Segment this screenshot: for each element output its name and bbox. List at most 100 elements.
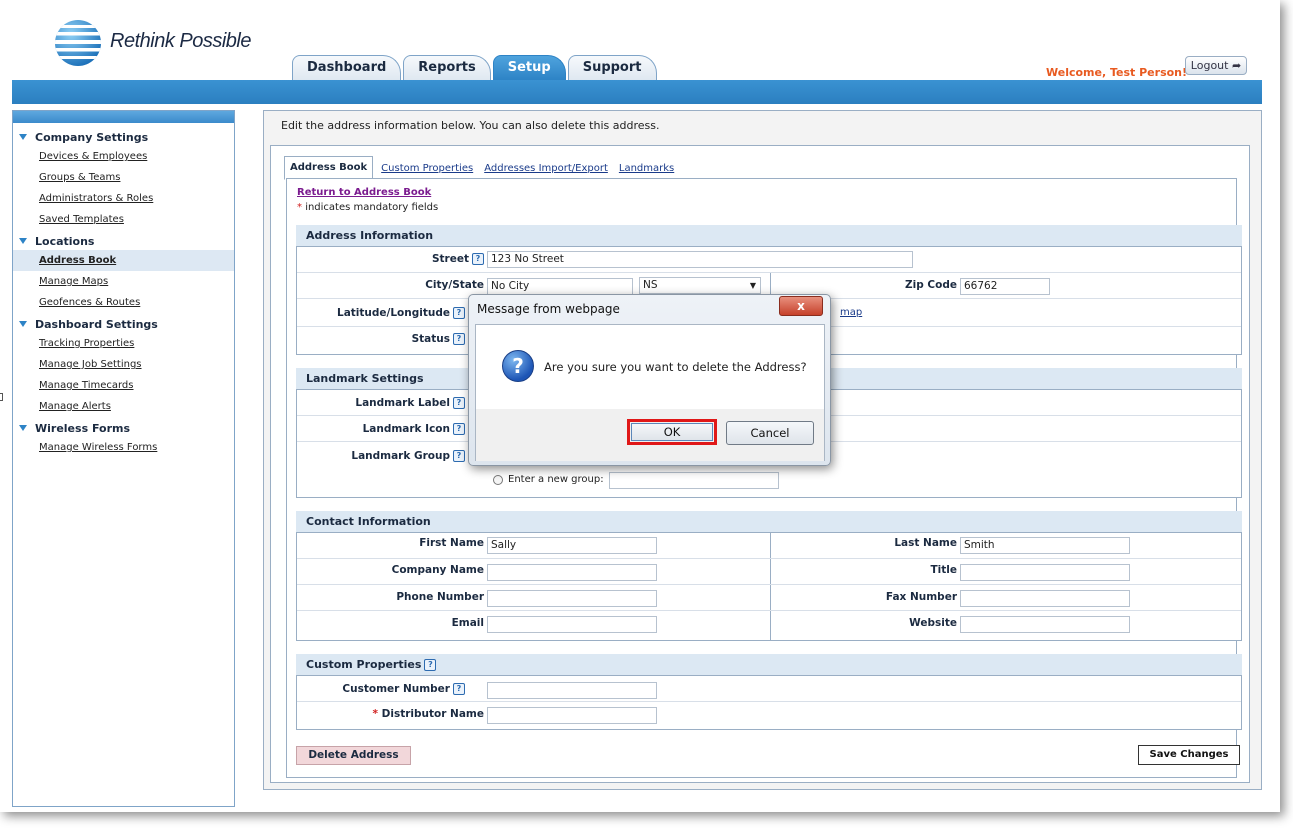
sidebar-section-title[interactable]: Dashboard Settings [13,317,234,333]
help-icon[interactable]: ? [453,423,465,435]
landmark-group-label: Landmark Group? [297,450,465,462]
new-group-radio[interactable] [493,475,503,485]
dropdown-arrow-icon: ▼ [749,281,756,290]
header-bar [12,80,1262,104]
distributor-name-input[interactable] [487,707,657,724]
customer-number-input[interactable] [487,682,657,699]
city-state-label: City/State [425,279,484,291]
sidebar-item-manage-alerts[interactable]: Manage Alerts [13,396,234,417]
save-changes-button[interactable]: Save Changes [1138,745,1240,765]
tab-dashboard[interactable]: Dashboard [292,55,402,80]
question-icon: ? [502,350,534,382]
sidebar-item-administrators-roles[interactable]: Administrators & Roles [13,188,234,209]
state-value: NS [643,279,658,291]
city-input[interactable]: No City [487,278,633,295]
required-star: * [297,202,302,213]
sidebar-section-title[interactable]: Wireless Forms [13,421,234,437]
help-icon[interactable]: ? [453,307,465,319]
required-star: * [372,708,378,720]
subtab-address-book[interactable]: Address Book [284,156,374,180]
sidebar-header [13,111,234,123]
sidebar-item-saved-templates[interactable]: Saved Templates [13,209,234,230]
first-name-label: First Name [419,537,484,549]
phone-fax-row: Phone Number Fax Number [297,585,1241,611]
sidebar-item-geofences-routes[interactable]: Geofences & Routes [13,292,234,313]
email-input[interactable] [487,616,657,633]
website-input[interactable] [960,616,1130,633]
tab-setup[interactable]: Setup [492,55,566,80]
street-input[interactable]: 123 No Street [487,251,913,268]
subtab-landmarks[interactable]: Landmarks [619,159,674,179]
sidebar-item-manage-timecards[interactable]: Manage Timecards [13,375,234,396]
sidebar-item-manage-maps[interactable]: Manage Maps [13,271,234,292]
ok-button[interactable]: OK [631,423,713,441]
dialog-body: ? Are you sure you want to delete the Ad… [475,324,825,461]
welcome-message: Welcome, Test Person! [1046,66,1188,79]
sidebar-item-tracking-properties[interactable]: Tracking Properties [13,333,234,354]
state-select[interactable]: NS ▼ [639,277,761,294]
help-icon[interactable]: ? [453,333,465,345]
help-icon[interactable]: ? [453,683,465,695]
latitude-longitude-label: Latitude/Longitude? [297,307,465,319]
street-label: Street? [297,253,484,265]
sidebar-item-address-book[interactable]: Address Book [13,250,234,271]
tab-support[interactable]: Support [567,55,657,80]
distributor-name-row: * Distributor Name [297,702,1241,728]
last-name-input[interactable]: Smith [960,537,1130,554]
custom-properties-heading: Custom Properties? [296,654,1242,675]
brand-name: Rethink Possible [110,30,251,52]
help-icon[interactable]: ? [453,450,465,462]
contact-information-heading: Contact Information [296,511,1242,532]
expand-triangle-icon [19,134,27,140]
street-row: Street? 123 No Street [297,247,1241,273]
new-group-label: Enter a new group: [508,474,604,485]
status-label: Status? [297,333,465,345]
first-name-input[interactable]: Sally [487,537,657,554]
dialog-footer: OK Cancel [476,409,824,461]
email-label: Email [451,617,484,629]
sub-tabs: Address Book Custom Properties Addresses… [284,155,685,180]
sidebar-section-dashboard-settings: Dashboard Settings Tracking Properties M… [13,317,234,417]
confirm-delete-dialog: Message from webpage x ? Are you sure yo… [468,294,831,466]
section-title-text: Wireless Forms [35,422,131,435]
subtab-addresses-import-export[interactable]: Addresses Import/Export [484,159,608,179]
delete-address-button[interactable]: Delete Address [296,746,411,765]
new-group-input[interactable] [609,472,779,489]
mandatory-note: * indicates mandatory fields [297,202,438,213]
return-to-address-book-link[interactable]: Return to Address Book [297,187,431,198]
sidebar-item-manage-wireless-forms[interactable]: Manage Wireless Forms [13,437,234,458]
sidebar-section-wireless-forms: Wireless Forms Manage Wireless Forms [13,421,234,458]
subtab-custom-properties[interactable]: Custom Properties [381,159,473,179]
cancel-button[interactable]: Cancel [726,421,814,445]
logout-arrow-icon: ➦ [1231,59,1242,72]
show-map-link[interactable]: map [840,307,862,318]
custom-properties-section: Customer Number? * Distributor Name [296,675,1242,730]
help-icon[interactable]: ? [424,659,437,671]
help-icon[interactable]: ? [472,253,484,265]
sidebar-item-manage-job-settings[interactable]: Manage Job Settings [13,354,234,375]
sidebar-section-title[interactable]: Locations [13,234,234,250]
page-instructions: Edit the address information below. You … [281,119,660,132]
sidebar-section-locations: Locations Address Book Manage Maps Geofe… [13,234,234,313]
dialog-close-button[interactable]: x [779,296,823,316]
sidebar-item-groups-teams[interactable]: Groups & Teams [13,167,234,188]
tab-reports[interactable]: Reports [403,55,491,80]
customer-number-row: Customer Number? [297,676,1241,702]
logout-button[interactable]: Logout ➦ [1185,56,1247,75]
sidebar-section-title[interactable]: Company Settings [13,130,234,146]
address-information-heading: Address Information [296,225,1242,246]
expand-triangle-icon [19,321,27,327]
title-input[interactable] [960,564,1130,581]
fax-number-input[interactable] [960,590,1130,607]
phone-number-input[interactable] [487,590,657,607]
sidebar-item-devices-employees[interactable]: Devices & Employees [13,146,234,167]
name-row: First Name Sally Last Name Smith [297,533,1241,559]
edge-marker [0,393,3,401]
help-icon[interactable]: ? [453,397,465,409]
sidebar: Company Settings Devices & Employees Gro… [12,110,235,807]
company-name-input[interactable] [487,564,657,581]
zip-label: Zip Code [905,279,957,291]
website-label: Website [909,617,957,629]
zip-input[interactable]: 66762 [960,278,1050,295]
section-title-text: Dashboard Settings [35,318,158,331]
